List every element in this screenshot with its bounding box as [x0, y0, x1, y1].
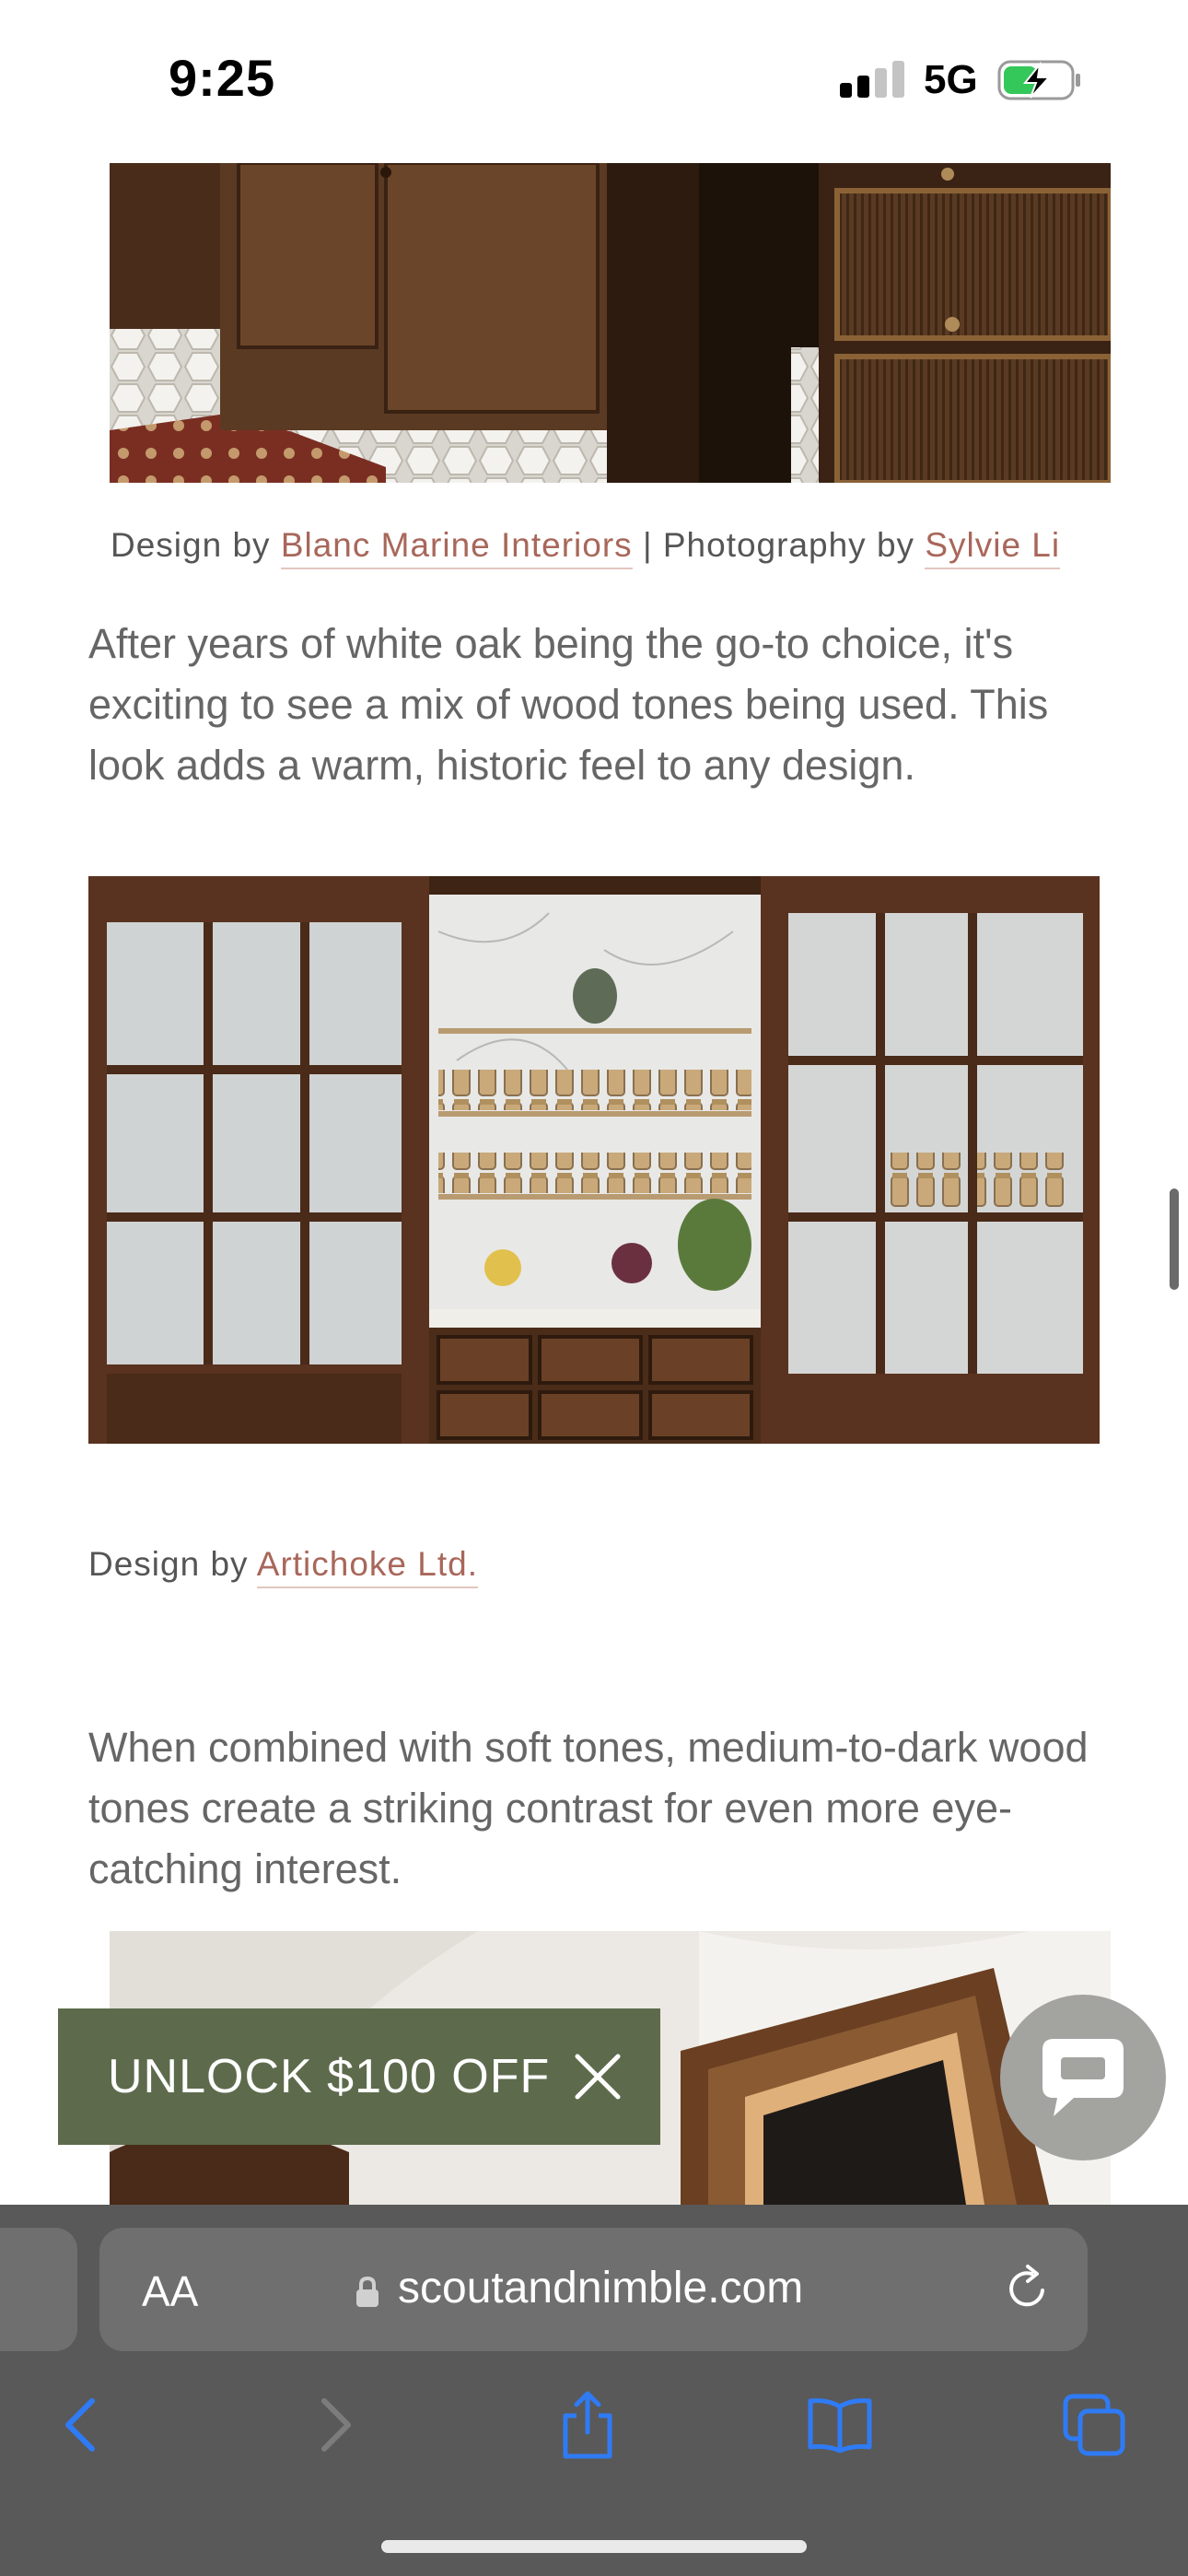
forward-button[interactable]	[300, 2388, 374, 2462]
scroll-indicator[interactable]	[1170, 1188, 1179, 1290]
battery-charging-icon	[997, 60, 1080, 100]
share-button[interactable]	[551, 2388, 624, 2462]
back-button[interactable]	[42, 2388, 116, 2462]
previous-tab-peek[interactable]	[0, 2228, 77, 2351]
photo-caption: Design by Blanc Marine Interiors | Photo…	[111, 526, 1061, 569]
forward-icon	[321, 2398, 351, 2452]
text-size-button[interactable]: AA	[142, 2266, 198, 2316]
promo-label: UNLOCK $100 OFF	[108, 2050, 551, 2103]
article-paragraph: When combined with soft tones, medium-to…	[88, 1724, 1089, 1892]
close-icon[interactable]	[570, 2049, 625, 2104]
lock-icon	[356, 2276, 379, 2307]
cellular-signal-icon	[840, 61, 906, 98]
caption-prefix: Design by	[111, 526, 281, 564]
status-time: 9:25	[169, 49, 276, 107]
tabs-button[interactable]	[1057, 2388, 1131, 2462]
caption-separator: | Photography by	[632, 526, 926, 564]
designer-link[interactable]: Blanc Marine Interiors	[280, 526, 633, 569]
status-bar: 9:25 5G	[0, 0, 1188, 157]
pantry-photo	[88, 876, 1100, 1444]
photo-caption: Design by Artichoke Ltd.	[88, 1545, 479, 1588]
tabs-icon	[1063, 2394, 1125, 2456]
bookmarks-button[interactable]	[803, 2388, 877, 2462]
home-indicator[interactable]	[381, 2540, 807, 2553]
article-paragraph: After years of white oak being the go-to…	[88, 620, 1049, 789]
caption-prefix: Design by	[88, 1545, 257, 1583]
cabinet-photo	[110, 163, 1111, 483]
share-icon	[563, 2391, 612, 2459]
designer-link[interactable]: Artichoke Ltd.	[256, 1545, 479, 1588]
back-icon	[65, 2398, 95, 2452]
bookmarks-icon	[808, 2398, 872, 2453]
network-type: 5G	[924, 57, 978, 102]
photographer-link[interactable]: Sylvie Li	[925, 526, 1061, 569]
promo-banner[interactable]: UNLOCK $100 OFF	[58, 2008, 660, 2145]
chat-bubble-icon	[1042, 2039, 1124, 2116]
address-bar[interactable]: AA scoutandnimble.com	[99, 2228, 1088, 2351]
chat-button[interactable]	[1000, 1995, 1166, 2160]
url-text: scoutandnimble.com	[398, 2264, 804, 2313]
reload-icon[interactable]	[1002, 2263, 1054, 2314]
